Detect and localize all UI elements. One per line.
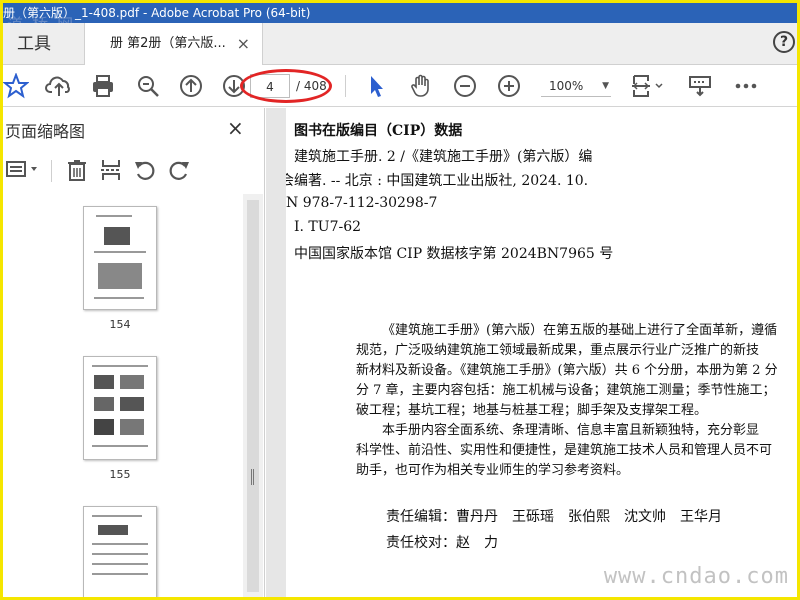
- panel-separator: [51, 160, 52, 182]
- cloud-upload-icon[interactable]: [45, 73, 73, 99]
- rotate-left-icon[interactable]: [133, 158, 157, 184]
- cip-line: 会编著. -- 北京 : 中国建筑工业出版社, 2024. 10.: [286, 173, 589, 189]
- thumb-text-line: [92, 563, 148, 565]
- body-text-line: 本手册内容全面系统、条理清晰、信息丰富且新颖独特，充分彰显: [382, 423, 760, 438]
- proofreader-credits: 责任校对：赵 力: [386, 535, 498, 551]
- delete-trash-icon[interactable]: [65, 158, 89, 184]
- options-menu-icon[interactable]: [5, 158, 41, 184]
- thumbnails-panel: 页面缩略图 × 154 155: [3, 108, 265, 597]
- thumb-text-line: [92, 553, 148, 555]
- zoom-in-icon[interactable]: [496, 73, 522, 99]
- select-cursor-icon[interactable]: [365, 73, 387, 99]
- hand-tool-icon[interactable]: [408, 73, 434, 99]
- rotate-right-icon[interactable]: [167, 158, 191, 184]
- thumb-figure: [120, 375, 144, 389]
- pdf-page: 图书在版编目（CIP）数据 建筑施工手册. 2 /《建筑施工手册》(第六版）编 …: [286, 108, 797, 597]
- window-titlebar: 册（第六版）_1-408.pdf - Adobe Acrobat Pro (64…: [3, 3, 797, 23]
- thumb-figure: [120, 419, 144, 435]
- read-mode-icon[interactable]: [687, 73, 713, 99]
- zoom-select[interactable]: 100% ▼: [541, 75, 611, 97]
- document-view: 图书在版编目（CIP）数据 建筑施工手册. 2 /《建筑施工手册》(第六版）编 …: [266, 108, 797, 597]
- watermark-bottom: www.cndao.com: [603, 564, 789, 589]
- cip-title: 图书在版编目（CIP）数据: [294, 123, 463, 139]
- body-text-line: 助手，也可作为相关专业师生的学习参考资料。: [356, 463, 630, 478]
- body-text-line: 《建筑施工手册》(第六版）在第五版的基础上进行了全面革新，遵循: [382, 323, 778, 338]
- body-text-line: 破工程；基坑工程；地基与桩基工程；脚手架及支撑架工程。: [356, 403, 708, 418]
- editor-credits: 责任编辑：曹丹丹 王砾瑶 张伯熙 沈文帅 王华月: [386, 509, 722, 525]
- thumb-figure: [98, 525, 128, 535]
- body-text-line: 规范，广泛吸纳建筑施工领域最新成果，重点展示行业广泛推广的新技: [356, 343, 760, 358]
- thumb-text-line: [96, 215, 132, 217]
- zoom-out-icon[interactable]: [452, 73, 478, 99]
- thumbnail-scrollbar[interactable]: [243, 194, 263, 597]
- cip-line: N 978-7-112-30298-7: [286, 195, 438, 211]
- help-icon[interactable]: ?: [773, 31, 795, 53]
- main-toolbar: 4 / 408 100% ▼: [3, 65, 797, 107]
- body-text-line: 分 7 章，主要内容包括：施工机械与设备；建筑施工测量；季节性施工；: [356, 383, 776, 398]
- zoom-value: 100%: [549, 79, 584, 93]
- insert-page-icon[interactable]: [99, 158, 123, 184]
- page-thumbnail[interactable]: [83, 356, 157, 460]
- page-thumbnail[interactable]: [83, 206, 157, 310]
- fit-page-icon[interactable]: [631, 73, 665, 99]
- panel-toolbar: [3, 150, 243, 190]
- thumb-figure: [94, 419, 114, 435]
- page-thumbnail[interactable]: [83, 506, 157, 597]
- more-options-icon[interactable]: [733, 73, 759, 99]
- body-text-line: 科学性、前沿性、实用性和便捷性，是建筑施工技术人员和管理人员不可: [356, 443, 773, 458]
- thumb-figure: [98, 263, 142, 289]
- app-window: 册（第六版）_1-408.pdf - Adobe Acrobat Pro (64…: [3, 3, 797, 597]
- chevron-down-icon: ▼: [602, 81, 609, 91]
- thumb-text-line: [92, 573, 148, 575]
- thumb-text-line: [92, 445, 148, 447]
- panel-title: 页面缩略图: [5, 122, 86, 141]
- thumb-text-line: [94, 251, 146, 253]
- previous-page-icon[interactable]: [178, 73, 204, 99]
- tab-document-label: 册 第2册（第六版...: [110, 36, 226, 51]
- thumb-text-line: [92, 543, 148, 545]
- thumb-text-line: [92, 365, 148, 367]
- thumb-text-line: [94, 297, 144, 299]
- thumb-figure: [94, 397, 114, 411]
- cip-line: 建筑施工手册. 2 /《建筑施工手册》(第六版）编: [294, 149, 593, 165]
- panel-close-icon[interactable]: ×: [227, 116, 244, 140]
- tab-document[interactable]: 册 第2册（第六版... ×: [85, 23, 263, 66]
- toolbar-separator: [345, 75, 346, 97]
- tab-tools[interactable]: 工具: [3, 23, 85, 65]
- red-annotation-ellipse: [240, 69, 332, 103]
- star-icon[interactable]: [3, 73, 29, 99]
- body-text-line: 新材料及新设备。《建筑施工手册》(第六版）共 6 个分册，本册为第 2 分: [356, 363, 778, 378]
- thumbnail-page-label: 154: [109, 318, 131, 331]
- cip-line: 中国国家版本馆 CIP 数据核字第 2024BN7965 号: [294, 246, 614, 262]
- thumbnail-list: 154 155: [3, 194, 243, 597]
- tab-close-icon[interactable]: ×: [237, 23, 250, 65]
- thumb-text-line: [92, 515, 142, 517]
- scrollbar-thumb[interactable]: [247, 200, 259, 592]
- panel-resize-handle[interactable]: [251, 469, 254, 485]
- thumb-figure: [120, 397, 144, 411]
- thumbnail-page-label: 155: [109, 468, 131, 481]
- print-icon[interactable]: [90, 73, 116, 99]
- find-icon[interactable]: [135, 73, 161, 99]
- thumb-figure: [94, 375, 114, 389]
- thumb-figure: [104, 227, 130, 245]
- cip-line: Ⅰ. TU7-62: [294, 219, 362, 235]
- tab-bar: 工具 册 第2册（第六版... × ?: [3, 23, 797, 66]
